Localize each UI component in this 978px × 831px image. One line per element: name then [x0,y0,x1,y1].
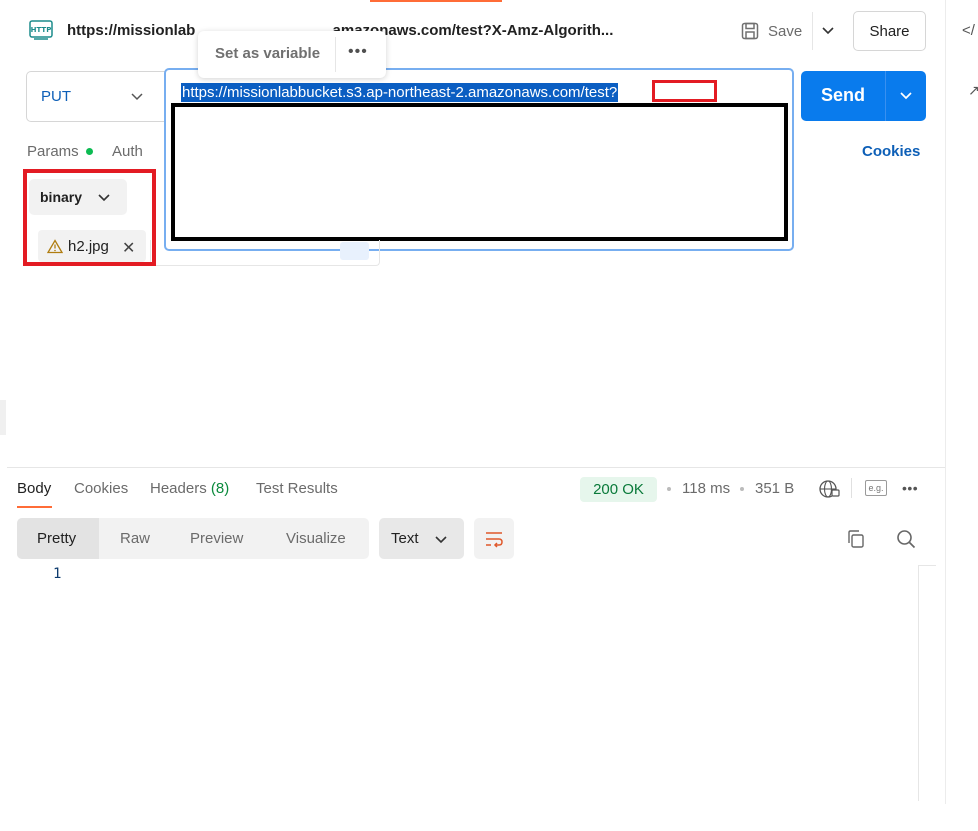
separator-dot [740,487,744,491]
chevron-down-icon [435,536,447,544]
send-label[interactable]: Send [821,85,865,106]
status-badge[interactable]: 200 OK [580,477,657,502]
url-selected-text[interactable]: https://missionlabbucket.s3.ap-northeast… [181,83,619,102]
tab-test-results[interactable]: Test Results [256,480,338,497]
annotation-highlight-body [23,169,156,266]
tab-response-cookies[interactable]: Cookies [74,480,128,497]
active-tab-underline [17,506,52,508]
tab-auth[interactable]: Auth [112,143,143,160]
toolbar-divider [851,478,852,498]
tab-response-body[interactable]: Body [17,480,51,497]
code-icon[interactable]: </ [962,22,975,39]
globe-lock-icon[interactable] [819,479,841,499]
method-select[interactable]: PUT [26,71,166,122]
more-options-icon[interactable]: ••• [902,480,918,496]
request-title-left: https://missionlab [67,22,196,39]
chevron-down-icon [131,93,143,101]
response-time[interactable]: 118 ms [682,480,730,497]
expand-icon[interactable]: ↗ [968,82,978,99]
save-icon [741,22,759,40]
set-as-variable-button[interactable]: Set as variable [215,45,320,62]
wrap-lines-icon [486,532,503,548]
tab-params[interactable]: Params [27,143,79,160]
footer-blank [0,804,978,831]
view-tab-visualize[interactable]: Visualize [286,530,346,547]
response-size[interactable]: 351 B [755,480,794,497]
tab-response-headers[interactable]: Headers (8) [150,480,229,497]
response-divider [7,467,945,468]
save-label: Save [768,22,803,40]
view-tab-pretty[interactable]: Pretty [37,530,76,547]
annotation-highlight-url-query [652,80,717,102]
save-button[interactable]: Save [740,18,802,44]
separator-dot [667,487,671,491]
more-options-icon[interactable]: ••• [348,43,368,61]
search-icon[interactable] [895,528,917,550]
line-number: 1 [53,566,62,582]
redacted-url-box [171,103,788,241]
headers-count: (8) [210,480,230,497]
view-tab-preview[interactable]: Preview [190,530,243,547]
cookies-link[interactable]: Cookies [862,143,920,160]
editor-scrollbar[interactable] [918,565,919,801]
copy-icon[interactable] [845,528,867,550]
example-icon[interactable]: e.g. [865,480,887,496]
view-tab-raw[interactable]: Raw [120,530,150,547]
share-button[interactable]: Share [853,11,926,51]
popover-divider [335,37,336,72]
active-tab-accent [370,0,502,2]
http-icon: HTTP [29,20,53,40]
left-sidebar-edge [0,400,6,435]
svg-text:HTTP: HTTP [31,26,52,34]
save-divider [812,12,813,50]
params-indicator-dot [86,148,93,155]
chevron-down-icon[interactable] [820,22,836,38]
format-label: Text [391,530,419,547]
right-sidebar-border [945,0,946,831]
editor-scrollbar-top [918,565,936,566]
headers-label: Headers [150,480,207,497]
send-divider [885,71,886,121]
chevron-down-icon[interactable] [898,89,914,103]
body-panel-button[interactable] [340,242,369,260]
